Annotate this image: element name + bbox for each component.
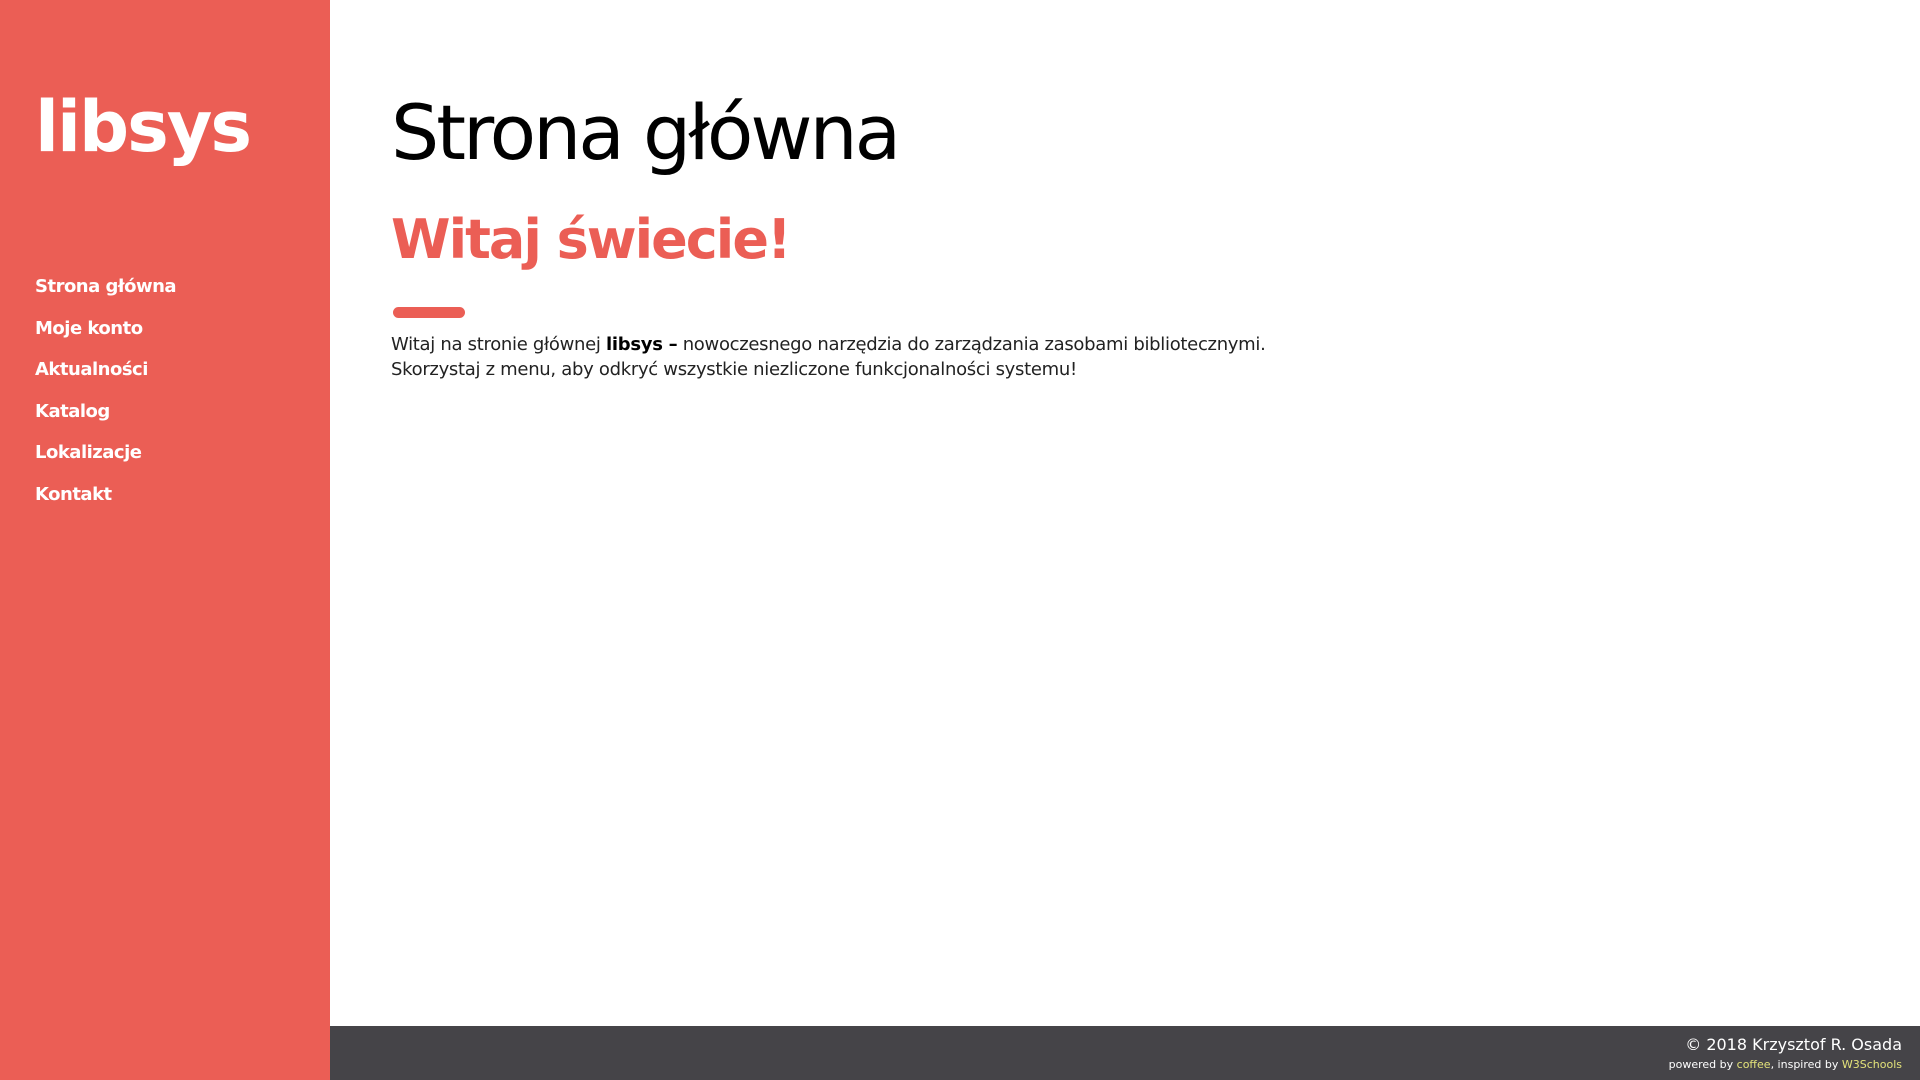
powered-by-label: powered by bbox=[1668, 1058, 1737, 1071]
welcome-heading: Witaj świecie! bbox=[391, 208, 792, 271]
sidebar-item-katalog[interactable]: Katalog bbox=[35, 399, 176, 441]
accent-divider bbox=[393, 307, 465, 318]
sidebar: libsys Strona główna Moje konto Aktualno… bbox=[0, 0, 330, 1080]
page-title: Strona główna bbox=[391, 88, 901, 177]
intro-brand: libsys – bbox=[606, 334, 678, 355]
footer: © 2018 Krzysztof R. Osada powered by cof… bbox=[330, 1026, 1920, 1080]
w3schools-link[interactable]: W3Schools bbox=[1842, 1058, 1902, 1071]
main-content: Strona główna Witaj świecie! Witaj na st… bbox=[330, 0, 1920, 1026]
app-logo[interactable]: libsys bbox=[35, 92, 252, 162]
inspired-by-label: , inspired by bbox=[1770, 1058, 1842, 1071]
sidebar-item-lokalizacje[interactable]: Lokalizacje bbox=[35, 440, 176, 482]
intro-text: Witaj na stronie głównej libsys – nowocz… bbox=[391, 332, 1266, 382]
sidebar-item-aktualnosci[interactable]: Aktualności bbox=[35, 357, 176, 399]
footer-credits: powered by coffee, inspired by W3Schools bbox=[1669, 1058, 1902, 1072]
sidebar-item-moje-konto[interactable]: Moje konto bbox=[35, 316, 176, 358]
sidebar-item-strona-glowna[interactable]: Strona główna bbox=[35, 274, 177, 316]
footer-copyright: © 2018 Krzysztof R. Osada bbox=[1685, 1035, 1902, 1054]
sidebar-nav: Strona główna Moje konto Aktualności Kat… bbox=[35, 274, 177, 524]
intro-text-start: Witaj na stronie głównej bbox=[391, 334, 607, 355]
intro-text-line2: Skorzystaj z menu, aby odkryć wszystkie … bbox=[391, 359, 1077, 380]
sidebar-item-kontakt[interactable]: Kontakt bbox=[35, 482, 176, 524]
coffee-link[interactable]: coffee bbox=[1737, 1058, 1771, 1071]
intro-text-end: nowoczesnego narzędzia do zarządzania za… bbox=[677, 334, 1266, 355]
